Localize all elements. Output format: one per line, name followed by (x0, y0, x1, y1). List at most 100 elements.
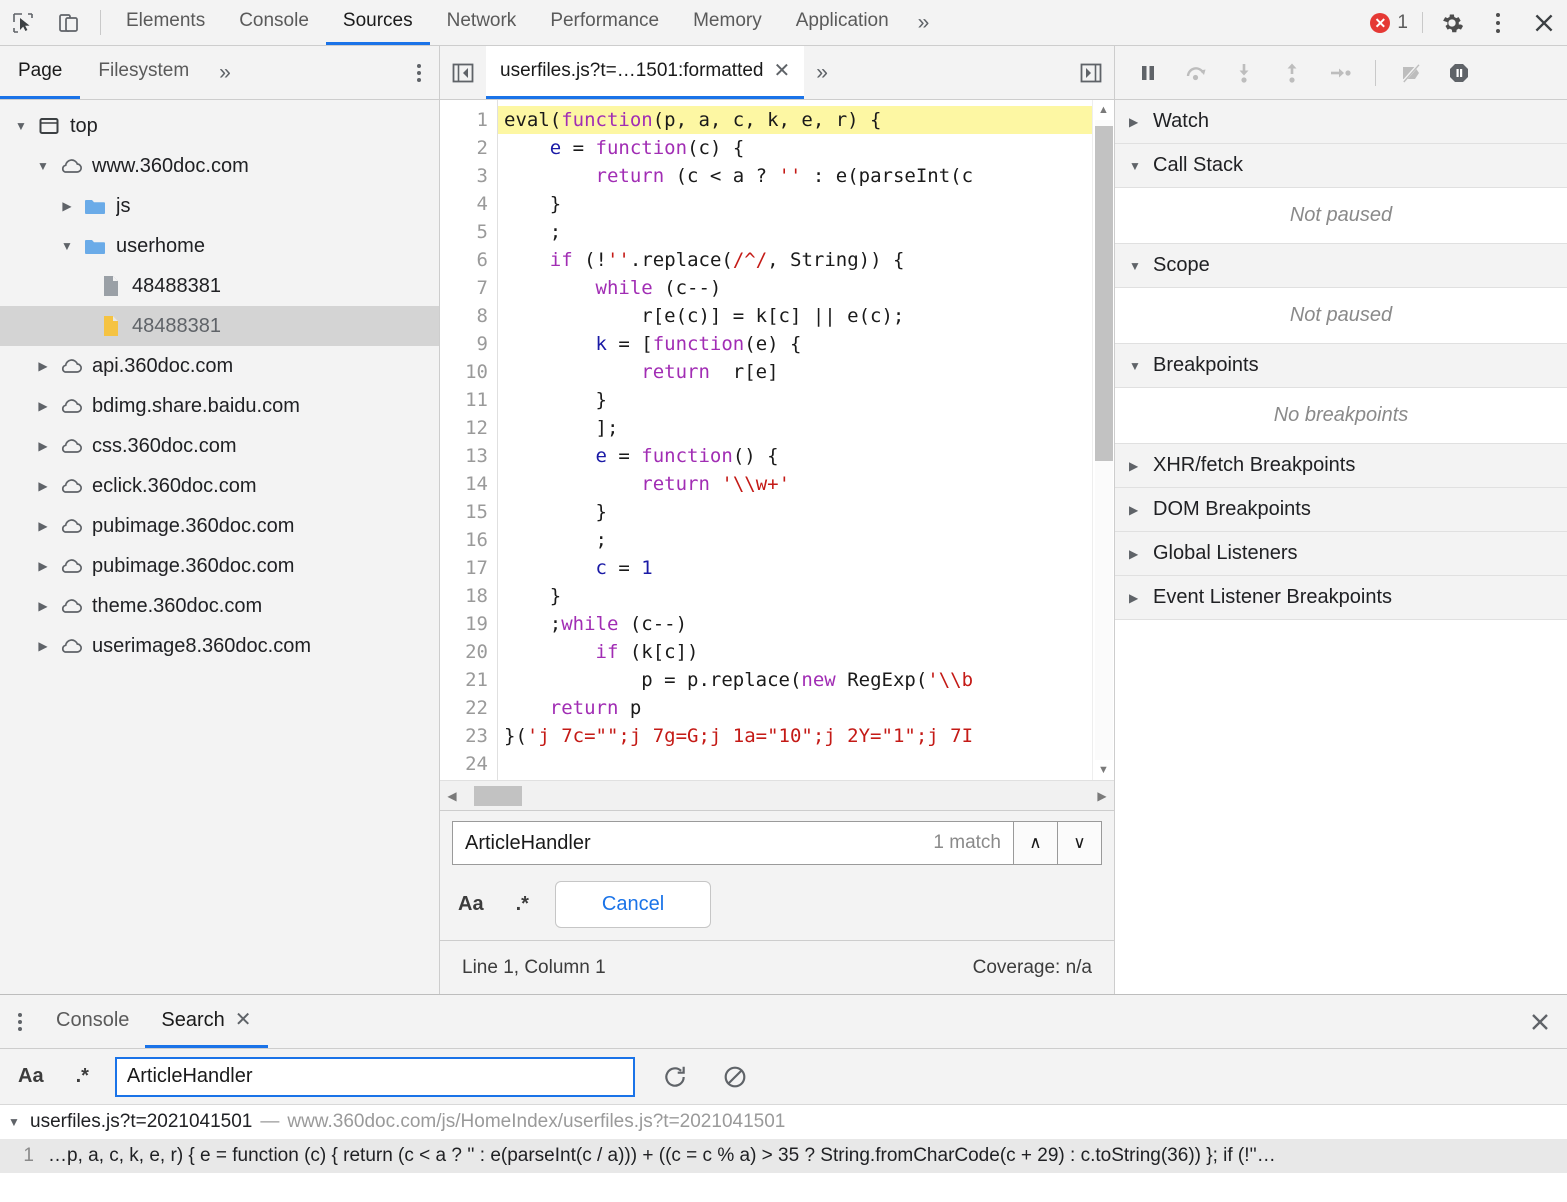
scroll-right-icon[interactable]: ▶ (1090, 789, 1114, 803)
tab-console[interactable]: Console (222, 0, 326, 45)
close-icon[interactable] (1521, 0, 1567, 45)
tree-item-top[interactable]: top (0, 106, 439, 146)
section-header-xhr-breakpoints[interactable]: ▶ XHR/fetch Breakpoints (1115, 444, 1567, 488)
section-header-global-listeners[interactable]: ▶ Global Listeners (1115, 532, 1567, 576)
tree-item-api-360doc-com[interactable]: api.360doc.com (0, 346, 439, 386)
section-header-dom-breakpoints[interactable]: ▶ DOM Breakpoints (1115, 488, 1567, 532)
tree-item-eclick-360doc-com[interactable]: eclick.360doc.com (0, 466, 439, 506)
nav-tab-filesystem[interactable]: Filesystem (80, 46, 207, 99)
search-input[interactable] (114, 1056, 635, 1097)
tab-memory[interactable]: Memory (676, 0, 779, 45)
find-regex-toggle[interactable]: .* (510, 893, 535, 916)
scroll-track[interactable] (1094, 120, 1113, 760)
chevron-down-icon[interactable]: ▼ (8, 1115, 22, 1129)
chevron-right-icon[interactable] (30, 639, 56, 653)
editor-tab-userfiles-js[interactable]: userfiles.js?t=…1501:formatted ✕ (486, 46, 805, 99)
device-toolbar-icon[interactable] (46, 0, 92, 45)
inspect-cursor-icon[interactable] (0, 0, 46, 45)
sidebar-filler (1115, 620, 1567, 994)
chevron-right-icon[interactable] (30, 559, 56, 573)
nav-more-chevron-icon[interactable]: » (207, 46, 243, 99)
close-icon[interactable]: ✕ (235, 1010, 252, 1030)
close-icon[interactable]: ✕ (774, 61, 791, 81)
resume-button[interactable] (1127, 53, 1169, 93)
nav-tab-page[interactable]: Page (0, 46, 81, 99)
code-editor[interactable]: 1 2 3 4 5 6 7 8 9 10 11 12 13 14 15 16 1 (440, 100, 1114, 780)
drawer-tab-console[interactable]: Console (40, 995, 145, 1048)
step-into-button[interactable] (1223, 53, 1265, 93)
code-token: } (504, 193, 562, 215)
chevron-down-icon[interactable] (54, 239, 80, 253)
editor-vertical-scrollbar[interactable]: ▲ ▼ (1092, 100, 1114, 780)
clear-icon[interactable] (715, 1057, 755, 1097)
pause-on-exceptions-button[interactable] (1438, 53, 1480, 93)
tree-item-userhome[interactable]: userhome (0, 226, 439, 266)
panel-collapse-right-icon[interactable] (1068, 46, 1114, 99)
section-title: Watch (1153, 110, 1209, 132)
tree-item-pubimage-360doc-com-1[interactable]: pubimage.360doc.com (0, 506, 439, 546)
step-over-button[interactable] (1175, 53, 1217, 93)
tree-item-bdimg-share-baidu-com[interactable]: bdimg.share.baidu.com (0, 386, 439, 426)
drawer-close-icon[interactable] (1513, 995, 1567, 1048)
kebab-menu-icon[interactable] (1475, 0, 1521, 45)
gear-icon[interactable] (1429, 0, 1475, 45)
tab-elements[interactable]: Elements (109, 0, 222, 45)
chevron-right-icon[interactable] (30, 439, 56, 453)
editor-horizontal-scrollbar[interactable]: ◀ ▶ (440, 780, 1114, 810)
find-next-button[interactable]: ∨ (1058, 821, 1102, 865)
error-count-badge[interactable]: ✕ 1 (1362, 0, 1416, 45)
tab-performance[interactable]: Performance (533, 0, 676, 45)
scroll-thumb-h[interactable] (474, 785, 522, 806)
more-tabs-chevron-icon[interactable]: » (906, 0, 942, 45)
step-button[interactable] (1319, 53, 1361, 93)
find-input-wrapper[interactable]: 1 match (452, 821, 1014, 865)
code-content[interactable]: eval(function(p, a, c, k, e, r) { e = fu… (498, 100, 1092, 780)
chevron-right-icon[interactable] (30, 599, 56, 613)
tab-sources[interactable]: Sources (325, 0, 430, 45)
tab-application[interactable]: Application (779, 0, 906, 45)
search-match-case-toggle[interactable]: Aa (12, 1065, 50, 1088)
search-regex-toggle[interactable]: .* (70, 1065, 95, 1088)
tree-item-css-360doc-com[interactable]: css.360doc.com (0, 426, 439, 466)
chevron-right-icon[interactable] (54, 199, 80, 213)
drawer-tab-search[interactable]: Search ✕ (145, 995, 268, 1048)
scroll-up-icon[interactable]: ▲ (1098, 100, 1109, 120)
chevron-right-icon[interactable] (30, 519, 56, 533)
chevron-down-icon[interactable] (8, 119, 34, 133)
scroll-down-icon[interactable]: ▼ (1098, 760, 1109, 780)
find-match-case-toggle[interactable]: Aa (452, 893, 490, 916)
navigator-menu-icon[interactable] (399, 46, 439, 99)
tree-item-www-360doc-com[interactable]: www.360doc.com (0, 146, 439, 186)
scroll-left-icon[interactable]: ◀ (440, 789, 464, 803)
tree-item-48488381-doc[interactable]: 48488381 (0, 266, 439, 306)
section-header-scope[interactable]: ▼ Scope (1115, 244, 1567, 288)
search-result-file-header[interactable]: ▼ userfiles.js?t=2021041501 — www.360doc… (0, 1105, 1567, 1139)
section-header-breakpoints[interactable]: ▼ Breakpoints (1115, 344, 1567, 388)
chevron-down-icon[interactable] (30, 159, 56, 173)
drawer-menu-icon[interactable] (0, 995, 40, 1048)
search-result-match[interactable]: 1 …p, a, c, k, e, r) { e = function (c) … (0, 1139, 1567, 1173)
find-input[interactable] (465, 831, 924, 855)
tree-item-48488381-js[interactable]: 48488381 (0, 306, 439, 346)
chevron-right-icon[interactable] (30, 359, 56, 373)
tree-item-js[interactable]: js (0, 186, 439, 226)
tree-item-userimage8-360doc-com[interactable]: userimage8.360doc.com (0, 626, 439, 666)
section-header-event-listener-breakpoints[interactable]: ▶ Event Listener Breakpoints (1115, 576, 1567, 620)
deactivate-breakpoints-button[interactable] (1390, 53, 1432, 93)
find-cancel-button[interactable]: Cancel (554, 881, 712, 928)
section-header-call-stack[interactable]: ▼ Call Stack (1115, 144, 1567, 188)
step-out-button[interactable] (1271, 53, 1313, 93)
scroll-track-h[interactable] (464, 784, 1090, 807)
chevron-right-icon[interactable] (30, 399, 56, 413)
editor-more-chevron-icon[interactable]: » (804, 46, 840, 99)
tree-item-theme-360doc-com[interactable]: theme.360doc.com (0, 586, 439, 626)
chevron-right-icon[interactable] (30, 479, 56, 493)
section-header-watch[interactable]: ▶ Watch (1115, 100, 1567, 144)
find-prev-button[interactable]: ∧ (1014, 821, 1058, 865)
refresh-icon[interactable] (655, 1057, 695, 1097)
tree-item-pubimage-360doc-com-2[interactable]: pubimage.360doc.com (0, 546, 439, 586)
panel-collapse-left-icon[interactable] (440, 46, 486, 99)
scroll-thumb[interactable] (1094, 126, 1113, 461)
tab-network[interactable]: Network (430, 0, 534, 45)
